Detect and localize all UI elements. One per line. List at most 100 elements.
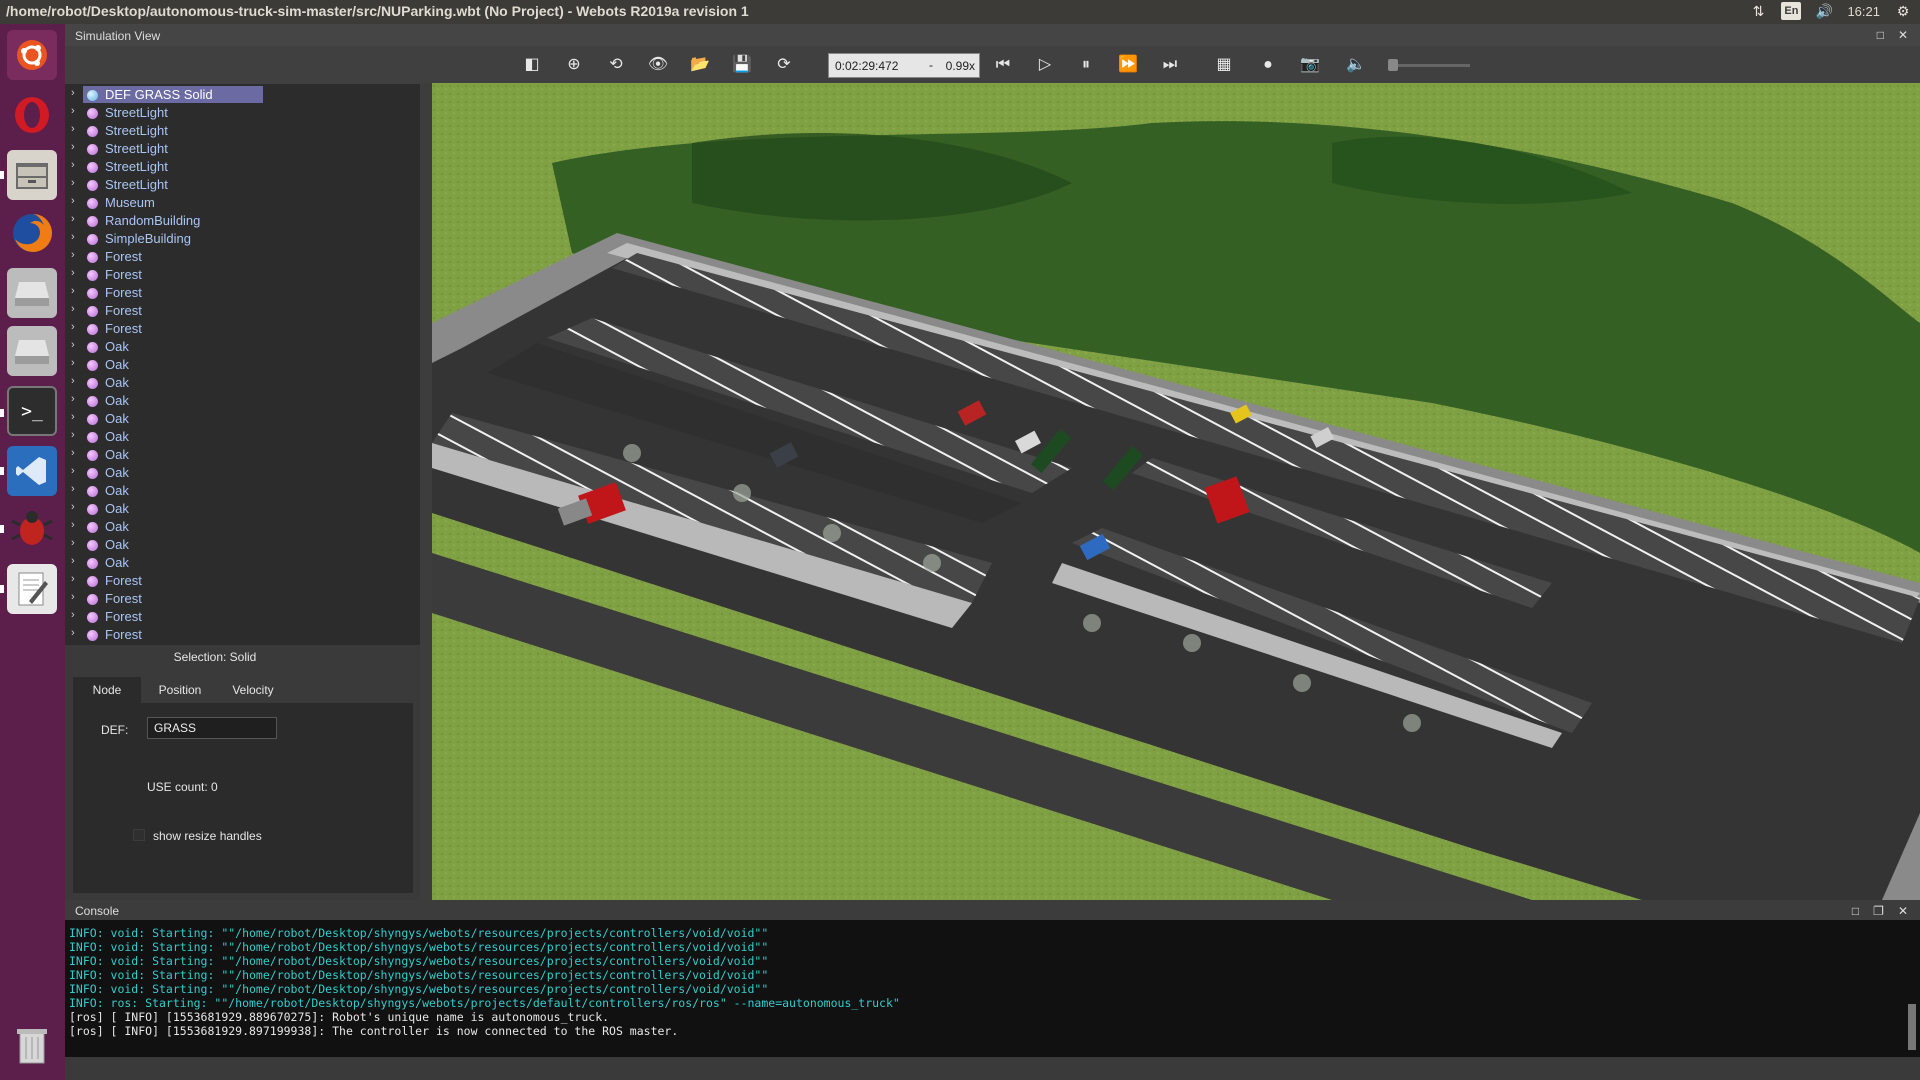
scene-tree-item[interactable]: › StreetLight bbox=[65, 176, 405, 194]
trash-icon[interactable] bbox=[7, 1020, 57, 1070]
reset-simulation-icon[interactable]: ⏮ bbox=[990, 52, 1016, 78]
expand-arrow-icon[interactable]: › bbox=[71, 591, 75, 603]
make-movie-icon[interactable]: ▦ bbox=[1211, 52, 1237, 78]
toggle-scene-tree-icon[interactable]: ◧ bbox=[519, 52, 545, 78]
expand-arrow-icon[interactable]: › bbox=[71, 411, 75, 423]
scene-tree-item[interactable]: › Oak bbox=[65, 410, 405, 428]
expand-arrow-icon[interactable]: › bbox=[71, 177, 75, 189]
expand-arrow-icon[interactable]: › bbox=[71, 159, 75, 171]
expand-arrow-icon[interactable]: › bbox=[71, 555, 75, 567]
network-icon[interactable]: ⇅ bbox=[1749, 2, 1767, 20]
volume-icon[interactable]: 🔊 bbox=[1815, 2, 1833, 20]
pause-icon[interactable]: ⏸ bbox=[1073, 52, 1099, 78]
console-close-icon[interactable]: ✕ bbox=[1898, 904, 1908, 918]
disk-drive-icon-2[interactable] bbox=[7, 326, 57, 376]
expand-arrow-icon[interactable]: › bbox=[71, 609, 75, 621]
tab-node[interactable]: Node bbox=[73, 677, 141, 703]
fast-forward-icon[interactable]: ⏭ bbox=[1157, 52, 1183, 78]
save-world-icon[interactable]: 💾 bbox=[729, 52, 755, 78]
console-scrollbar[interactable] bbox=[1908, 1004, 1916, 1050]
scene-tree-item[interactable]: › StreetLight bbox=[65, 140, 405, 158]
maximize-icon[interactable]: □ bbox=[1877, 28, 1884, 42]
scene-tree-item[interactable]: › Forest bbox=[65, 302, 405, 320]
tab-velocity[interactable]: Velocity bbox=[217, 677, 289, 703]
expand-arrow-icon[interactable]: › bbox=[71, 195, 75, 207]
expand-arrow-icon[interactable]: › bbox=[71, 573, 75, 585]
expand-arrow-icon[interactable]: › bbox=[71, 303, 75, 315]
screenshot-camera-icon[interactable]: 📷 bbox=[1297, 52, 1323, 78]
open-world-icon[interactable]: 📂 bbox=[687, 52, 713, 78]
expand-arrow-icon[interactable]: › bbox=[71, 267, 75, 279]
expand-arrow-icon[interactable]: › bbox=[71, 339, 75, 351]
text-editor-icon[interactable] bbox=[0, 564, 57, 614]
reset-viewpoint-icon[interactable]: ⟲ bbox=[603, 52, 629, 78]
expand-arrow-icon[interactable]: › bbox=[71, 447, 75, 459]
expand-arrow-icon[interactable]: › bbox=[71, 321, 75, 333]
scene-tree-item[interactable]: › Oak bbox=[65, 554, 405, 572]
scene-tree-item[interactable]: › Forest bbox=[65, 248, 405, 266]
scene-tree-scrollbar[interactable] bbox=[408, 84, 416, 645]
def-input[interactable] bbox=[147, 717, 277, 739]
add-node-icon[interactable]: ⊕ bbox=[561, 52, 587, 78]
scene-tree-item[interactable]: › StreetLight bbox=[65, 158, 405, 176]
expand-arrow-icon[interactable]: › bbox=[71, 627, 75, 639]
expand-arrow-icon[interactable]: › bbox=[71, 357, 75, 369]
expand-arrow-icon[interactable]: › bbox=[71, 465, 75, 477]
settings-gear-icon[interactable]: ⚙ bbox=[1894, 2, 1912, 20]
scene-tree-item[interactable]: › StreetLight bbox=[65, 104, 405, 122]
scene-tree-item[interactable]: › Museum bbox=[65, 194, 405, 212]
expand-arrow-icon[interactable]: › bbox=[71, 249, 75, 261]
reload-world-icon[interactable]: ⟳ bbox=[771, 52, 797, 78]
scene-tree-item[interactable]: › Oak bbox=[65, 428, 405, 446]
volume-slider-handle[interactable] bbox=[1388, 59, 1398, 71]
expand-arrow-icon[interactable]: › bbox=[71, 501, 75, 513]
expand-arrow-icon[interactable]: › bbox=[71, 87, 75, 99]
close-icon[interactable]: ✕ bbox=[1898, 28, 1908, 42]
scene-tree-item[interactable]: › Forest bbox=[65, 572, 405, 590]
expand-arrow-icon[interactable]: › bbox=[71, 393, 75, 405]
step-icon[interactable]: ▷ bbox=[1032, 52, 1058, 78]
view-eye-icon[interactable]: 👁 bbox=[645, 52, 671, 78]
scene-tree-item[interactable]: › Oak bbox=[65, 374, 405, 392]
scene-tree-item[interactable]: › Oak bbox=[65, 536, 405, 554]
mute-speaker-icon[interactable]: 🔈 bbox=[1343, 52, 1369, 78]
expand-arrow-icon[interactable]: › bbox=[71, 375, 75, 387]
expand-arrow-icon[interactable]: › bbox=[71, 519, 75, 531]
expand-arrow-icon[interactable]: › bbox=[71, 537, 75, 549]
scene-tree-item[interactable]: › Oak bbox=[65, 356, 405, 374]
console-float-icon[interactable]: ❐ bbox=[1873, 904, 1884, 918]
expand-arrow-icon[interactable]: › bbox=[71, 213, 75, 225]
firefox-icon[interactable] bbox=[7, 208, 57, 258]
expand-arrow-icon[interactable]: › bbox=[71, 123, 75, 135]
scene-tree-item[interactable]: › Oak bbox=[65, 392, 405, 410]
run-icon[interactable]: ⏩ bbox=[1115, 52, 1141, 78]
expand-arrow-icon[interactable]: › bbox=[71, 141, 75, 153]
scene-tree-item[interactable]: › DEF GRASS Solid bbox=[65, 86, 405, 104]
scene-tree-item[interactable]: › Oak bbox=[65, 446, 405, 464]
disk-drive-icon[interactable] bbox=[7, 268, 57, 318]
vscode-icon[interactable] bbox=[0, 446, 57, 496]
scene-tree-item[interactable]: › Forest bbox=[65, 320, 405, 338]
tab-position[interactable]: Position bbox=[145, 677, 215, 703]
dash-home-icon[interactable] bbox=[7, 30, 57, 80]
scene-tree-item[interactable]: › Oak bbox=[65, 518, 405, 536]
clock[interactable]: 16:21 bbox=[1847, 4, 1880, 19]
expand-arrow-icon[interactable]: › bbox=[71, 429, 75, 441]
console-maximize-icon[interactable]: □ bbox=[1852, 904, 1859, 918]
scene-tree-item[interactable]: › Oak bbox=[65, 500, 405, 518]
scene-tree-item[interactable]: › Oak bbox=[65, 482, 405, 500]
file-manager-icon[interactable] bbox=[0, 150, 57, 200]
scene-tree-item[interactable]: › Forest bbox=[65, 284, 405, 302]
keyboard-language-indicator[interactable]: En bbox=[1781, 2, 1802, 20]
scene-tree-item[interactable]: › Forest bbox=[65, 590, 405, 608]
record-animation-icon[interactable]: ● bbox=[1255, 52, 1281, 78]
volume-slider[interactable] bbox=[1390, 64, 1470, 67]
show-resize-handles-checkbox[interactable] bbox=[133, 829, 145, 841]
terminal-icon[interactable]: >_ bbox=[0, 386, 57, 436]
expand-arrow-icon[interactable]: › bbox=[71, 231, 75, 243]
expand-arrow-icon[interactable]: › bbox=[71, 105, 75, 117]
scene-tree-item[interactable]: › Oak bbox=[65, 338, 405, 356]
expand-arrow-icon[interactable]: › bbox=[71, 483, 75, 495]
scene-tree-item[interactable]: › StreetLight bbox=[65, 122, 405, 140]
scene-tree-item[interactable]: › RandomBuilding bbox=[65, 212, 405, 230]
